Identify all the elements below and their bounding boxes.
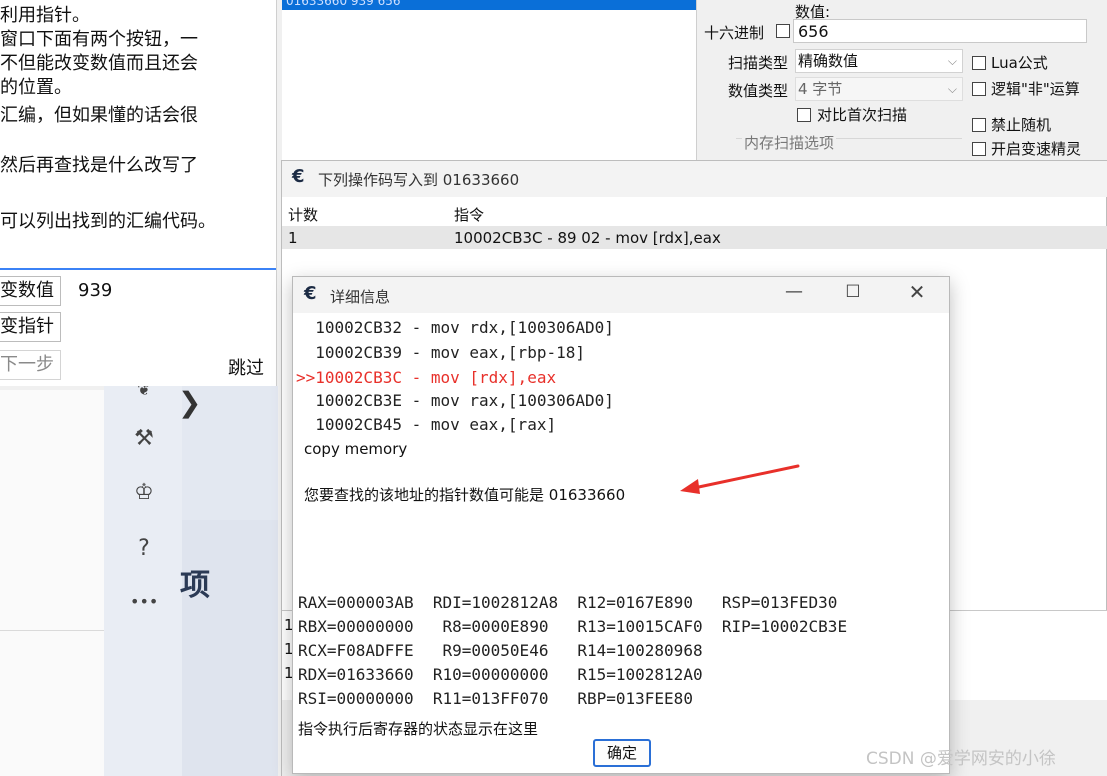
chevron-down-icon: ⌵ (947, 54, 957, 68)
tutorial-line: 汇编，但如果懂的话会很 (0, 105, 198, 126)
not-operation-label: 逻辑"非"运算 (991, 80, 1080, 98)
cheat-engine-icon: € (292, 166, 305, 187)
tutorial-text: 利用指针。 窗口下面有两个按钮，一 不但能改变数值而且还会 的位置。 汇编，但如… (0, 4, 276, 266)
scan-type-value: 精确数值 (798, 52, 859, 70)
more-icon[interactable]: ••• (130, 592, 158, 611)
maximize-icon[interactable]: ☐ (843, 282, 863, 302)
code-line: 10002CB45 - mov eax,[rax] (296, 415, 557, 434)
background-heading-glyph: 项 (180, 568, 210, 603)
column-header-instruction[interactable]: 指令 (454, 204, 484, 225)
register-line: RAX=000003AB RDI=1002812A8 R12=0167E890 … (298, 593, 838, 612)
help-icon[interactable]: ? (130, 536, 158, 561)
code-line: 10002CB32 - mov rdx,[100306AD0] (296, 318, 614, 337)
code-line: 10002CB3E - mov rax,[100306AD0] (296, 391, 614, 410)
app-panel-lower (182, 520, 278, 776)
tutorial-line: 的位置。 (0, 77, 72, 98)
opcode-window-title: 下列操作码写入到 01633660 (318, 171, 520, 189)
selected-row-text: 01633660 939 656 (286, 0, 401, 8)
tools-icon[interactable]: ⚒ (130, 426, 158, 451)
register-line: RDX=01633660 R10=00000000 R15=1002812A0 (298, 665, 703, 684)
cheat-engine-icon: € (304, 283, 317, 304)
address-list[interactable] (282, 0, 697, 160)
value-type-value: 4 字节 (798, 80, 843, 98)
current-value: 939 (78, 280, 113, 301)
tutorial-line: 不但能改变数值而且还会 (0, 53, 198, 74)
cursor-icon: ❯ (178, 386, 202, 419)
value-input[interactable]: 656 (793, 19, 1087, 43)
register-line: RBX=00000000 R8=0000E890 R13=10015CAF0 R… (298, 617, 848, 636)
tutorial-line: 窗口下面有两个按钮，一 (0, 29, 198, 50)
memory-options-label: 内存扫描选项 (742, 132, 837, 153)
no-random-checkbox[interactable] (972, 118, 986, 132)
detail-dialog-title: 详细信息 (330, 288, 391, 306)
tutorial-line: 利用指针。 (0, 5, 90, 26)
speedhack-label: 开启变速精灵 (991, 140, 1082, 158)
no-random-label: 禁止随机 (991, 116, 1052, 134)
row-instruction: 10002CB3C - 89 02 - mov [rdx],eax (454, 229, 721, 247)
scan-type-select[interactable]: 精确数值 ⌵ (795, 49, 963, 73)
compare-first-label: 对比首次扫描 (817, 106, 908, 124)
copy-memory-label: copy memory (304, 440, 408, 458)
not-operation-checkbox[interactable] (972, 82, 986, 96)
change-value-button[interactable]: 变数值 (0, 276, 61, 306)
lua-checkbox[interactable] (972, 56, 986, 70)
register-line: RSI=00000000 R11=013FF070 RBP=013FEE80 (298, 689, 693, 708)
annotation-arrow (676, 462, 800, 500)
change-pointer-button[interactable]: 变指针 (0, 312, 61, 342)
chevron-down-icon: ⌵ (947, 82, 957, 96)
pointer-message: 您要查找的该地址的指针数值可能是 01633660 (304, 486, 626, 504)
hex-checkbox[interactable] (776, 24, 790, 38)
value-type-label: 数值类型 (728, 82, 789, 100)
skip-button[interactable]: 跳过 (228, 355, 264, 383)
tutorial-line: 然后再查找是什么改写了 (0, 155, 198, 176)
code-line-current: >>10002CB3C - mov [rdx],eax (296, 368, 557, 387)
divider (0, 630, 104, 631)
tutorial-line: 可以列出找到的汇编代码。 (0, 211, 216, 232)
value-type-select[interactable]: 4 字节 ⌵ (795, 77, 963, 101)
code-line: 10002CB39 - mov eax,[rbp-18] (296, 343, 585, 362)
lua-label: Lua公式 (991, 54, 1048, 72)
status-text: 指令执行后寄存器的状态显示在这里 (298, 720, 539, 738)
speedhack-checkbox[interactable] (972, 142, 986, 156)
column-header-count[interactable]: 计数 (288, 204, 318, 225)
minimize-icon[interactable]: — (784, 281, 804, 302)
tutorial-divider (0, 268, 276, 270)
row-count: 1 (288, 229, 298, 247)
shirt-icon[interactable]: ♔ (130, 480, 158, 505)
register-line: RCX=F08ADFFE R9=00050E46 R14=100280968 (298, 641, 703, 660)
compare-first-checkbox[interactable] (797, 108, 811, 122)
ok-button[interactable]: 确定 (593, 739, 651, 767)
close-icon[interactable]: ✕ (905, 280, 929, 304)
hex-label: 十六进制 (704, 24, 765, 42)
tutorial-window: 利用指针。 窗口下面有两个按钮，一 不但能改变数值而且还会 的位置。 汇编，但如… (0, 0, 277, 386)
watermark: CSDN @爱学网安的小徐 (866, 749, 1056, 769)
scan-type-label: 扫描类型 (728, 54, 789, 72)
next-button[interactable]: 下一步 (0, 350, 61, 380)
background-panel (0, 390, 104, 776)
